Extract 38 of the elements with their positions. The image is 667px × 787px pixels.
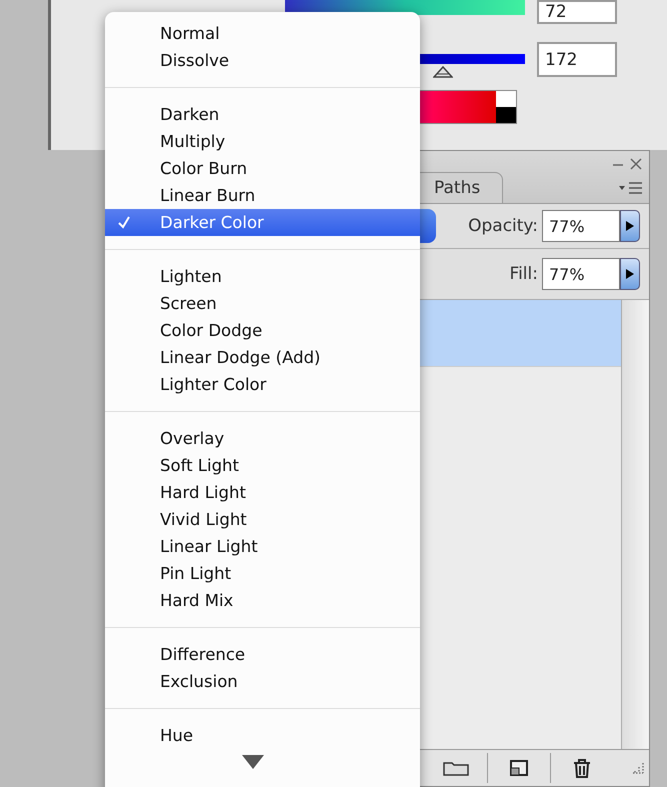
menu-item[interactable]: Darken xyxy=(105,101,420,128)
menu-item[interactable]: Overlay xyxy=(105,425,420,452)
menu-item[interactable]: Difference xyxy=(105,641,420,668)
right-arrow-icon xyxy=(626,269,634,279)
opacity-field[interactable]: 77% xyxy=(542,210,620,242)
new-layer-icon[interactable] xyxy=(509,759,529,777)
menu-item[interactable]: Screen xyxy=(105,290,420,317)
menu-item[interactable]: Linear Light xyxy=(105,533,420,560)
menu-item[interactable]: Hard Light xyxy=(105,479,420,506)
slider-thumb-icon[interactable] xyxy=(433,66,453,78)
value-field[interactable]: 72 xyxy=(537,0,617,24)
menu-item[interactable]: Pin Light xyxy=(105,560,420,587)
menu-item[interactable]: Hue xyxy=(105,722,420,749)
scroll-down-arrow-icon[interactable] xyxy=(242,755,264,769)
menu-item[interactable]: Color Dodge xyxy=(105,317,420,344)
fill-field[interactable]: 77% xyxy=(542,258,620,290)
menu-item[interactable]: Normal xyxy=(105,20,420,47)
menu-item[interactable]: Dissolve xyxy=(105,47,420,74)
opacity-label: Opacity: xyxy=(468,216,538,236)
menu-item[interactable]: Exclusion xyxy=(105,668,420,695)
menu-item[interactable]: Lighten xyxy=(105,263,420,290)
folder-icon[interactable] xyxy=(443,760,469,776)
menu-item[interactable]: Vivid Light xyxy=(105,506,420,533)
value-field[interactable]: 172 xyxy=(537,42,617,77)
menu-item[interactable]: Linear Dodge (Add) xyxy=(105,344,420,371)
menu-item[interactable]: Soft Light xyxy=(105,452,420,479)
menu-item[interactable]: Darker Color xyxy=(105,209,420,236)
menu-item[interactable]: Lighter Color xyxy=(105,371,420,398)
opacity-arrow-button[interactable] xyxy=(620,210,640,242)
window-controls-icon[interactable] xyxy=(611,157,643,171)
fill-arrow-button[interactable] xyxy=(620,258,640,290)
right-arrow-icon xyxy=(626,221,634,231)
menu-icon[interactable] xyxy=(617,181,643,195)
menu-item[interactable]: Hard Mix xyxy=(105,587,420,614)
menu-item[interactable]: Multiply xyxy=(105,128,420,155)
resize-grip-icon[interactable] xyxy=(631,761,645,775)
fill-label: Fill: xyxy=(510,264,538,284)
trash-icon[interactable] xyxy=(572,758,592,778)
